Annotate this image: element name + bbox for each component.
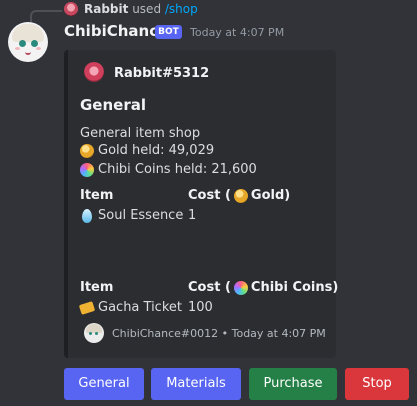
- reply-command[interactable]: /shop: [165, 2, 198, 16]
- footer-avatar: [84, 323, 104, 343]
- chibi-held-line: Chibi Coins held: 21,600: [80, 162, 257, 177]
- reply-used-text: used: [132, 2, 162, 16]
- bot-badge: BOT: [155, 25, 182, 39]
- gold-held-text: Gold held: 49,029: [98, 143, 215, 158]
- field-item-header: Item: [80, 280, 114, 295]
- ticket-icon: [78, 300, 96, 315]
- field-item-header: Item: [80, 188, 114, 203]
- shop-item-name: Gacha Ticket: [98, 300, 182, 315]
- reply-context[interactable]: Rabbit used /shop: [84, 2, 198, 16]
- gold-coin-icon: [80, 143, 94, 158]
- gold-held-line: Gold held: 49,029: [80, 143, 214, 158]
- avatar-cheek-left: [15, 47, 20, 50]
- soul-essence-icon: [82, 208, 92, 223]
- chibi-held-text: Chibi Coins held: 21,600: [98, 162, 257, 177]
- field-cost-header: Cost ( Chibi Coins): [188, 280, 338, 295]
- cost-header-currency: Gold): [250, 188, 291, 203]
- shop-item-cost: 1: [188, 208, 197, 223]
- reply-avatar[interactable]: [64, 2, 78, 16]
- general-button[interactable]: General: [64, 368, 144, 400]
- field-cost-header: Cost ( Gold): [188, 188, 290, 203]
- shop-item-cost: 100: [188, 300, 213, 315]
- shop-item: Soul Essence: [80, 208, 183, 223]
- shop-item-name: Soul Essence: [98, 208, 184, 223]
- reply-username[interactable]: Rabbit: [84, 2, 128, 16]
- stop-button[interactable]: Stop: [345, 368, 409, 400]
- embed-author-avatar: [84, 62, 104, 82]
- avatar-eye-right: [31, 40, 38, 47]
- footer-avatar-eye-right: [95, 332, 98, 335]
- purchase-button[interactable]: Purchase: [249, 368, 337, 400]
- avatar-eye-left: [19, 40, 26, 47]
- chibi-coin-icon: [233, 280, 248, 295]
- chibi-coin-icon: [80, 162, 94, 177]
- cost-header-currency: Chibi Coins): [250, 280, 339, 295]
- cost-header-prefix: Cost (: [188, 280, 231, 295]
- avatar[interactable]: [8, 22, 48, 62]
- materials-button[interactable]: Materials: [151, 368, 241, 400]
- avatar-mouth: [25, 50, 31, 55]
- shop-item: Gacha Ticket: [78, 300, 182, 315]
- embed-footer: ChibiChance#0012 • Today at 4:07 PM: [112, 327, 326, 340]
- embed-author-name: Rabbit#5312: [114, 66, 210, 81]
- footer-avatar-eye-left: [89, 332, 92, 335]
- reply-spine: [30, 10, 62, 22]
- avatar-hair: [12, 24, 44, 42]
- shop-embed: Rabbit#5312 General General item shop Go…: [64, 50, 338, 358]
- description-line: General item shop: [80, 126, 201, 141]
- embed-title: General: [80, 96, 146, 114]
- gold-coin-icon: [233, 188, 248, 203]
- username[interactable]: ChibiChance: [64, 22, 168, 40]
- avatar-cheek-right: [36, 47, 41, 50]
- message-timestamp: Today at 4:07 PM: [190, 26, 285, 39]
- cost-header-prefix: Cost (: [188, 188, 231, 203]
